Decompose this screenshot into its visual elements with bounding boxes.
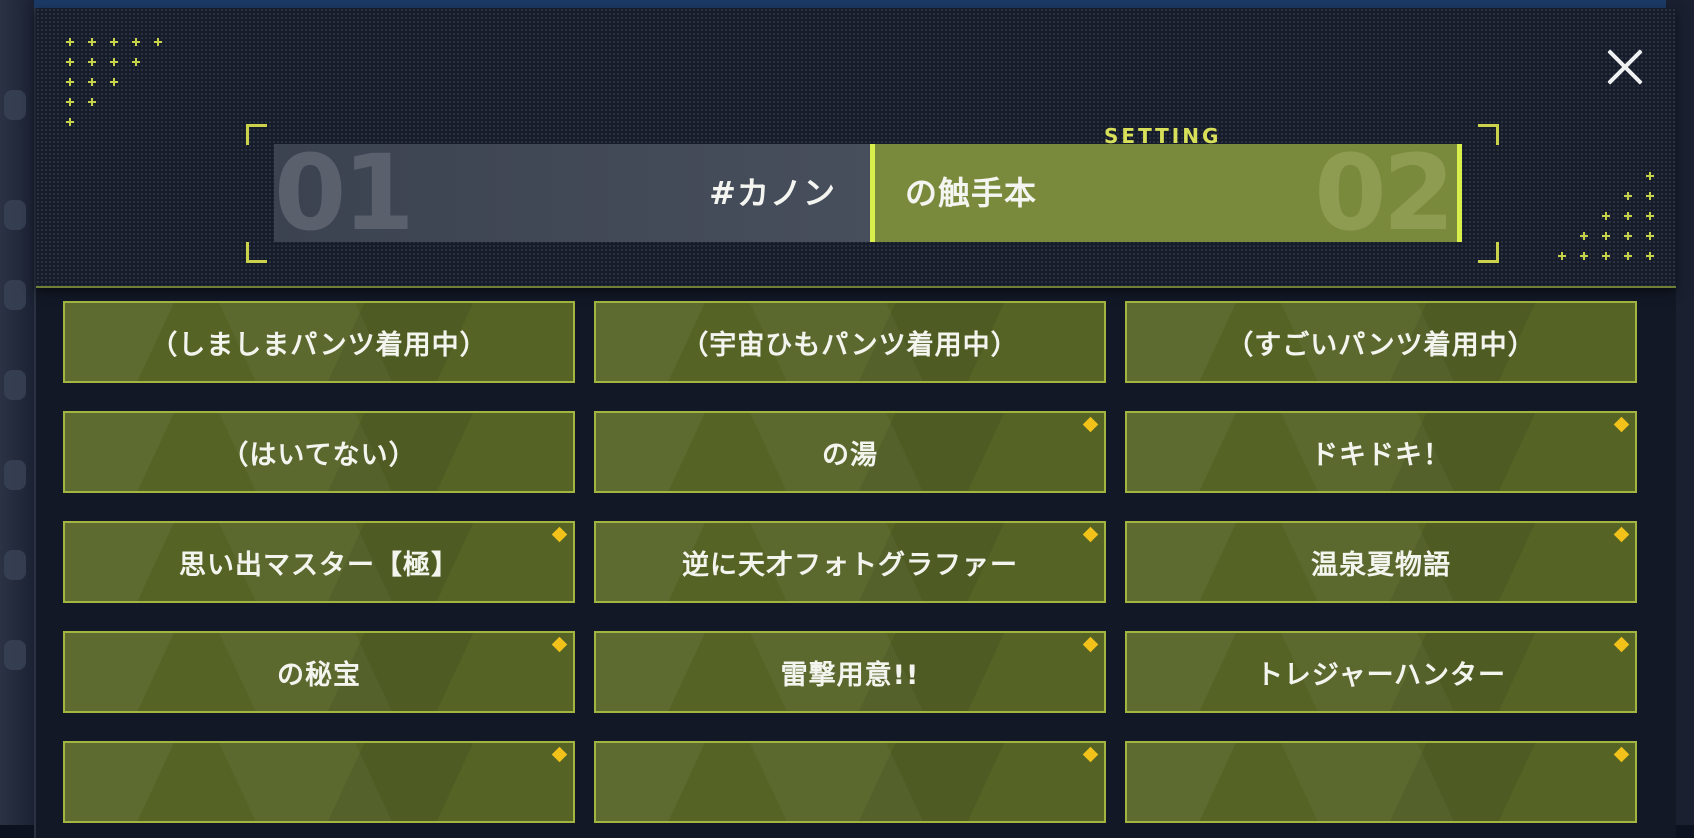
plus-pattern-icon [66,38,162,126]
new-badge-icon [551,746,568,763]
new-badge-icon [1613,416,1630,433]
title-option-label: の秘宝 [277,659,361,691]
new-badge-icon [1613,636,1630,653]
title-option-button[interactable] [1125,741,1637,823]
title-option-label: （すごいパンツ着用中） [1226,329,1536,361]
title-option-button[interactable]: （宇宙ひもパンツ着用中） [594,301,1106,383]
slot-text: の触手本 [905,174,1038,212]
title-option-button[interactable]: の秘宝 [63,631,575,713]
title-setting-modal: （有名パンツ着用中）（映えパンツ着用中）（くまさんパンツ着用中）（しましまパンツ… [34,8,1676,838]
frame-corner [1478,124,1499,145]
title-option-button[interactable]: 雷撃用意!! [594,631,1106,713]
title-slot-1[interactable]: 01 #カノン [274,138,870,248]
slot-number: 02 [1314,132,1455,254]
setting-label: SETTING [1104,124,1222,148]
title-option-button[interactable]: （すごいパンツ着用中） [1125,301,1637,383]
modal-header: 01 #カノン 02 の触手本 SETTING [36,8,1676,288]
new-badge-icon [1082,636,1099,653]
title-option-label: トレジャーハンター [1255,659,1507,691]
new-badge-icon [1082,746,1099,763]
close-icon[interactable] [1602,44,1648,90]
new-badge-icon [551,526,568,543]
new-badge-icon [1613,746,1630,763]
title-option-button[interactable] [63,741,575,823]
slot-text: #カノン [709,174,836,212]
title-option-label: 雷撃用意!! [780,659,920,691]
new-badge-icon [551,636,568,653]
new-badge-icon [1082,416,1099,433]
title-option-button[interactable]: の湯 [594,411,1106,493]
background-left-strip [0,0,34,825]
title-option-label: ドキドキ！ [1311,439,1451,471]
title-option-button[interactable]: ドキドキ！ [1125,411,1637,493]
title-slot-2[interactable]: 02 の触手本 [870,138,1462,248]
title-option-label: 逆に天才フォトグラファー [682,549,1018,581]
title-option-label: （しましまパンツ着用中） [150,329,488,361]
title-option-label: （宇宙ひもパンツ着用中） [681,329,1019,361]
title-option-button[interactable]: （はいてない） [63,411,575,493]
new-badge-icon [1613,526,1630,543]
title-option-button[interactable] [594,741,1106,823]
title-option-button[interactable]: トレジャーハンター [1125,631,1637,713]
title-option-label: 温泉夏物語 [1311,549,1451,581]
title-option-button[interactable]: （しましまパンツ着用中） [63,301,575,383]
frame-corner [246,124,267,145]
background-top-bar [0,0,1694,8]
title-option-label: （はいてない） [221,439,417,471]
frame-corner [246,242,267,263]
new-badge-icon [1082,526,1099,543]
title-option-button[interactable]: 思い出マスター【極】 [63,521,575,603]
title-option-button[interactable]: 温泉夏物語 [1125,521,1637,603]
frame-corner [1478,242,1499,263]
plus-pattern-icon [1558,172,1654,260]
title-option-label: 思い出マスター【極】 [179,549,459,581]
slot-number: 01 [274,132,415,254]
title-option-label: の湯 [822,439,878,471]
title-option-button[interactable]: 逆に天才フォトグラファー [594,521,1106,603]
